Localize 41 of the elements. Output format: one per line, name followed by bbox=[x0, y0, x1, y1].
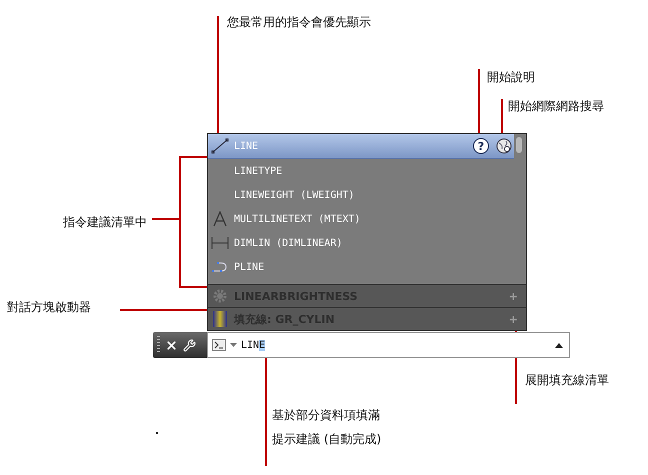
suggestion-item[interactable]: MULTILINETEXT (MTEXT) bbox=[208, 207, 514, 231]
suggestion-item[interactable]: PLINE bbox=[208, 255, 514, 279]
callout-label: 基於部分資料項填滿 bbox=[272, 407, 380, 424]
suggestion-item[interactable]: LINETYPE bbox=[208, 159, 514, 183]
command-name: MULTILINETEXT (MTEXT) bbox=[234, 214, 362, 224]
caret-icon[interactable] bbox=[555, 342, 563, 348]
command-text: LINE bbox=[241, 340, 266, 350]
grip-handle-icon[interactable] bbox=[157, 336, 160, 354]
line-icon bbox=[211, 138, 229, 154]
polyline-icon bbox=[211, 260, 229, 274]
command-name: LINE bbox=[234, 140, 260, 152]
suggestion-item[interactable]: DIMLIN (DIMLINEAR) bbox=[208, 231, 514, 255]
expand-button[interactable]: + bbox=[508, 312, 518, 326]
command-input[interactable]: LINE bbox=[207, 332, 570, 358]
suggestion-item[interactable]: LINE ? bbox=[208, 134, 514, 159]
dimension-icon bbox=[211, 236, 229, 250]
callout-label: 開始網際網路搜尋 bbox=[508, 98, 604, 115]
prompt-icon[interactable] bbox=[212, 339, 226, 351]
suggestion-item[interactable]: LINEWEIGHT (LWEIGHT) bbox=[208, 183, 514, 207]
command-name: LINEWEIGHT (LWEIGHT) bbox=[234, 190, 356, 200]
help-button[interactable]: ? bbox=[473, 138, 489, 154]
globe-search-icon[interactable] bbox=[496, 138, 512, 154]
callout-label: 您最常用的指令會優先顯示 bbox=[227, 14, 371, 31]
command-name: PLINE bbox=[234, 262, 266, 272]
hatch-swatch-icon bbox=[212, 310, 228, 328]
callout-label: 展開填充線清單 bbox=[525, 372, 609, 389]
callout-label: 指令建議清單中 bbox=[63, 214, 147, 231]
callout-label: 開始說明 bbox=[487, 69, 535, 86]
wrench-button[interactable] bbox=[183, 338, 196, 352]
command-name: DIMLIN (DIMLINEAR) bbox=[234, 238, 344, 248]
expand-button[interactable]: + bbox=[508, 290, 518, 302]
command-name: LINETYPE bbox=[234, 166, 284, 176]
scrollbar-thumb[interactable] bbox=[516, 137, 522, 153]
close-button[interactable] bbox=[165, 338, 178, 352]
leader-line bbox=[478, 69, 480, 134]
callout-label: 對話方塊啟動器 bbox=[7, 299, 91, 316]
gear-icon bbox=[212, 288, 228, 304]
letter-a-icon bbox=[213, 211, 227, 227]
callout-label: 提示建議 (自動完成) bbox=[272, 431, 382, 448]
dot-mark bbox=[156, 432, 158, 434]
leader-line bbox=[501, 99, 503, 134]
